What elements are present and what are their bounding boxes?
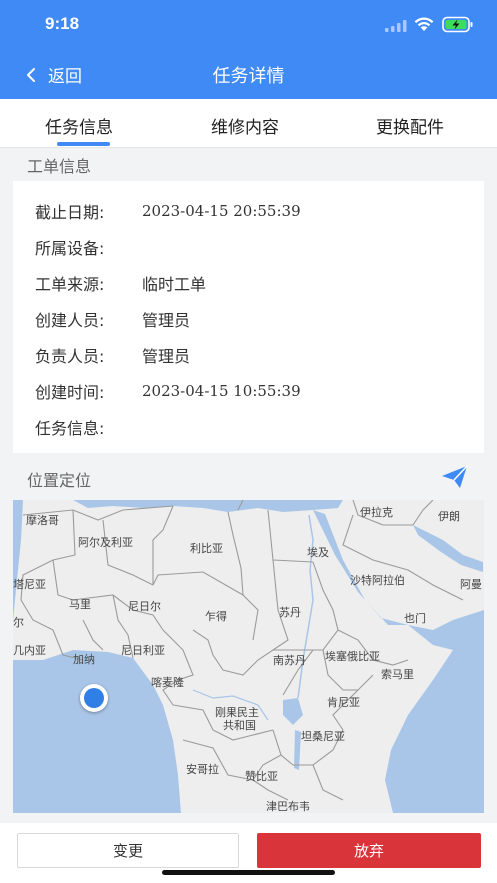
- tab-task-info[interactable]: 任务信息: [45, 113, 113, 138]
- active-tab-indicator: [57, 142, 110, 146]
- cellular-signal-icon: [385, 20, 407, 32]
- location-marker[interactable]: [80, 684, 108, 712]
- field-label: 工单来源:: [35, 275, 105, 294]
- map-label: 塔尼亚: [13, 578, 46, 591]
- wifi-icon: [414, 17, 434, 31]
- location-section-title: 位置定位: [27, 471, 92, 490]
- map-label: 加纳: [73, 653, 95, 666]
- field-label: 创建人员:: [35, 311, 105, 330]
- map-label: 尔: [13, 616, 24, 629]
- map-label: 安哥拉: [186, 763, 219, 776]
- red-sea: [313, 510, 408, 625]
- map-label: 乍得: [205, 610, 227, 623]
- field-value: 2023-04-15 10:55:39: [142, 382, 301, 400]
- back-button[interactable]: 返回: [24, 62, 82, 87]
- map-label: 马里: [69, 598, 91, 611]
- ocean-north: [13, 500, 23, 620]
- nav-bar: 返回 任务详情: [0, 50, 497, 99]
- map-label: 伊朗: [438, 510, 460, 523]
- field-label: 创建时间:: [35, 383, 105, 402]
- field-label: 负责人员:: [35, 347, 105, 366]
- field-value: 临时工单: [142, 275, 207, 294]
- field-value: 管理员: [142, 311, 191, 330]
- home-indicator: [162, 870, 335, 875]
- send-location-icon[interactable]: [441, 465, 468, 489]
- map-label: 沙特阿拉伯: [350, 574, 405, 587]
- status-bar: 9:18: [0, 0, 497, 50]
- persian-gulf: [413, 525, 483, 572]
- lake-victoria: [283, 698, 303, 725]
- field-creator: 创建人员: 管理员: [35, 307, 190, 331]
- map-label: 阿曼: [460, 578, 482, 591]
- field-created-time: 创建时间: 2023-04-15 10:55:39: [35, 379, 301, 403]
- tab-replace-parts[interactable]: 更换配件: [376, 113, 444, 138]
- map-label: 苏丹: [279, 606, 301, 619]
- map-label: 尼日利亚: [121, 644, 165, 657]
- field-task-info: 任务信息:: [35, 415, 142, 439]
- map-label: 津巴布韦: [266, 800, 310, 813]
- field-value: 2023-04-15 20:55:39: [142, 202, 301, 220]
- field-label: 所属设备:: [35, 239, 105, 258]
- map-label: 坦桑尼亚: [301, 730, 345, 743]
- lake-tanganyika: [294, 730, 301, 770]
- indian-ocean: [385, 610, 484, 813]
- map-label: 也门: [404, 612, 426, 625]
- change-button[interactable]: 变更: [17, 833, 239, 868]
- map-label: 摩洛哥: [26, 514, 59, 527]
- location-map[interactable]: 摩洛哥 阿尔及利亚 利比亚 埃及 伊拉克 伊朗 塔尼亚 马里 尼日尔 乍得 苏丹…: [13, 500, 484, 813]
- work-order-section-title: 工单信息: [27, 157, 92, 176]
- map-label: 伊拉克: [360, 506, 393, 519]
- field-device: 所属设备:: [35, 235, 142, 259]
- map-label: 阿尔及利亚: [78, 536, 133, 549]
- map-label: 几内亚: [13, 644, 46, 657]
- map-label: 索马里: [381, 668, 414, 681]
- map-label: 赞比亚: [245, 770, 278, 783]
- app-header: 9:18 返回 任务详情: [0, 0, 497, 99]
- map-label: 南苏丹: [273, 654, 306, 667]
- back-label: 返回: [48, 67, 82, 87]
- map-label: 利比亚: [190, 542, 223, 555]
- field-deadline: 截止日期: 2023-04-15 20:55:39: [35, 199, 301, 223]
- map-label: 埃及: [307, 546, 329, 559]
- work-order-card: 截止日期: 2023-04-15 20:55:39 所属设备: 工单来源: 临时…: [13, 181, 484, 453]
- map-label: 肯尼亚: [327, 696, 360, 709]
- field-label: 任务信息:: [35, 419, 105, 438]
- map-label: 喀麦隆: [151, 676, 184, 689]
- map-label: 共和国: [223, 719, 256, 732]
- tab-repair-content[interactable]: 维修内容: [211, 113, 279, 138]
- chevron-left-icon: [27, 67, 35, 82]
- field-value: 管理员: [142, 347, 191, 366]
- field-label: 截止日期:: [35, 203, 105, 222]
- battery-charging-icon: [442, 16, 473, 33]
- tab-bar: 任务信息 维修内容 更换配件: [0, 99, 497, 148]
- field-source: 工单来源: 临时工单: [35, 271, 206, 295]
- field-assignee: 负责人员: 管理员: [35, 343, 190, 367]
- abandon-button[interactable]: 放弃: [257, 833, 481, 868]
- map-label: 尼日尔: [128, 600, 161, 613]
- status-time: 9:18: [45, 14, 80, 33]
- map-label: 埃塞俄比亚: [325, 650, 380, 663]
- mediterranean-sea: [73, 500, 343, 512]
